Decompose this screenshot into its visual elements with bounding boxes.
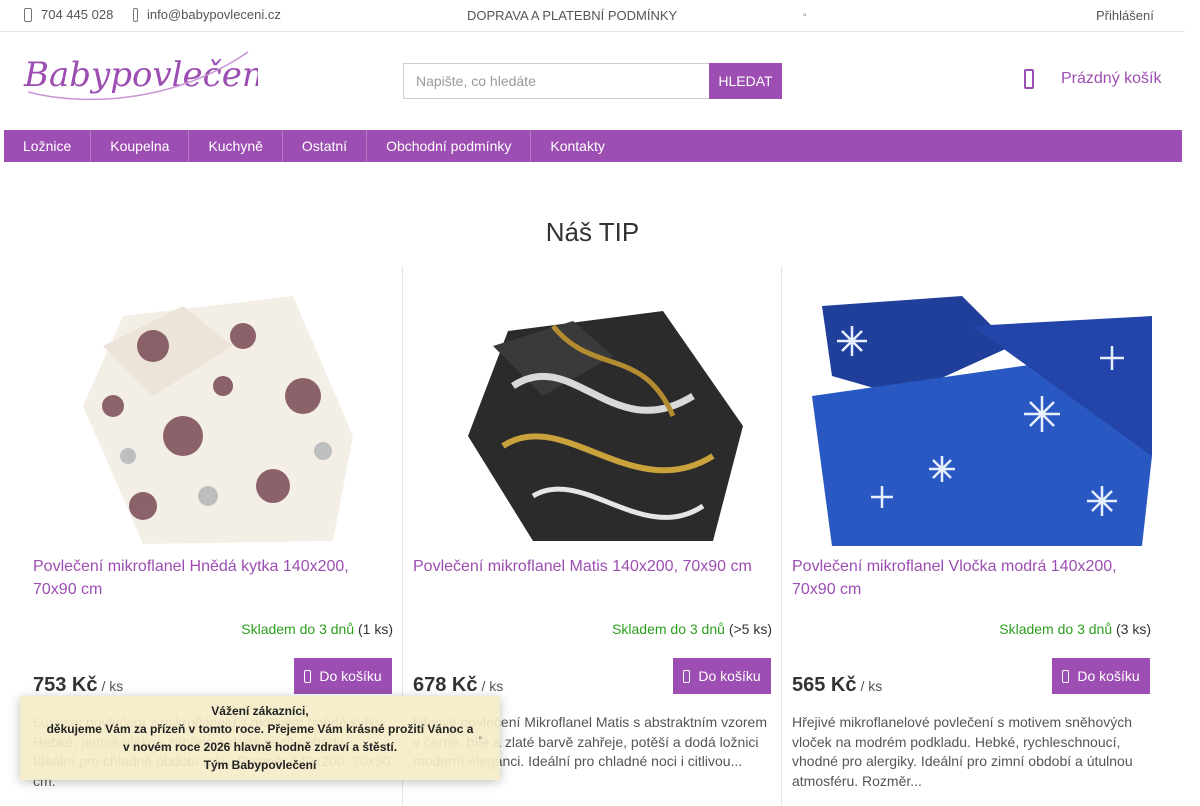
stock-quantity: (3 ks)	[1116, 621, 1151, 637]
stock-quantity: (1 ks)	[358, 621, 393, 637]
product-description: Hřejivé mikroflanelové povlečení s motiv…	[792, 714, 1133, 789]
section-title: Náš TIP	[545, 217, 640, 247]
nav-item-obchodni-podminky[interactable]: Obchodní podmínky	[367, 130, 532, 162]
nav-item-ostatni[interactable]: Ostatní	[283, 130, 368, 162]
shopping-bag-icon	[1024, 69, 1034, 89]
popup-signature: Tým Babypovlečení	[203, 758, 317, 772]
product-price: 678 Kč / ks	[413, 674, 503, 697]
add-to-cart-button[interactable]: Do košíku	[294, 658, 392, 694]
search-button[interactable]: HLEDAT	[709, 63, 782, 99]
price-value: 753 Kč	[33, 674, 98, 696]
product-price: 565 Kč / ks	[792, 674, 882, 697]
nav-item-loznice[interactable]: Ložnice	[4, 130, 92, 162]
add-to-cart-label: Do košíku	[319, 668, 382, 684]
stock-availability: Skladem do 3 dnů	[241, 621, 355, 637]
holiday-notice-popup: Vážení zákazníci, děkujeme Vám za přízeň…	[20, 696, 500, 780]
top-bar: 704 445 028 info@babypovleceni.cz DOPRAV…	[0, 0, 1185, 32]
stock-status: Skladem do 3 dnů (3 ks)	[999, 621, 1151, 637]
shopping-bag-icon	[1062, 669, 1070, 683]
product-image[interactable]	[413, 286, 773, 546]
add-to-cart-button[interactable]: Do košíku	[673, 658, 771, 694]
price-value: 678 Kč	[413, 674, 478, 696]
add-to-cart-button[interactable]: Do košíku	[1052, 658, 1150, 694]
cart[interactable]: Prázdný košík	[1024, 69, 1161, 89]
product-name[interactable]: Povlečení mikroflanel Matis 140x200, 70x…	[413, 555, 773, 578]
product-name[interactable]: Povlečení mikroflanel Hnědá kytka 140x20…	[33, 555, 393, 601]
price-unit: / ks	[101, 678, 124, 694]
search-bar: HLEDAT	[403, 63, 782, 99]
dropdown-icon[interactable]: ▫	[803, 10, 807, 21]
stock-status: Skladem do 3 dnů (>5 ks)	[612, 621, 772, 637]
product-image[interactable]	[33, 286, 393, 546]
product-image[interactable]	[792, 286, 1152, 546]
close-icon[interactable]: ▫	[478, 730, 482, 748]
price-unit: / ks	[481, 678, 504, 694]
email-address[interactable]: info@babypovleceni.cz	[147, 7, 281, 22]
logo-text: Babypovlečení	[23, 55, 258, 95]
stock-availability: Skladem do 3 dnů	[999, 621, 1113, 637]
popup-greeting: Vážení zákazníci,	[211, 704, 309, 718]
email-icon	[133, 7, 138, 22]
phone-contact[interactable]: 704 445 028	[24, 7, 113, 22]
main-navigation: Ložnice Koupelna Kuchyně Ostatní Obchodn…	[4, 130, 1182, 162]
phone-icon	[24, 7, 32, 22]
nav-item-koupelna[interactable]: Koupelna	[91, 130, 190, 162]
price-value: 565 Kč	[792, 674, 857, 696]
search-input[interactable]	[403, 63, 709, 99]
login-link[interactable]: Přihlášení	[1096, 8, 1154, 23]
stock-status: Skladem do 3 dnů (1 ks)	[241, 621, 393, 637]
add-to-cart-label: Do košíku	[1077, 668, 1140, 684]
stock-availability: Skladem do 3 dnů	[612, 621, 725, 637]
cart-label[interactable]: Prázdný košík	[1061, 70, 1161, 88]
stock-quantity: (>5 ks)	[728, 621, 772, 637]
email-contact[interactable]: info@babypovleceni.cz	[133, 7, 281, 22]
nav-item-kuchyne[interactable]: Kuchyně	[189, 130, 283, 162]
popup-message-line: v novém roce 2026 hlavně hodně zdraví a …	[122, 740, 398, 754]
add-to-cart-label: Do košíku	[698, 668, 761, 684]
shopping-bag-icon	[304, 669, 312, 683]
product-card: Povlečení mikroflanel Vločka modrá 140x2…	[781, 266, 1161, 806]
phone-number[interactable]: 704 445 028	[41, 7, 113, 22]
shipping-payment-link[interactable]: DOPRAVA A PLATEBNÍ PODMÍNKY	[467, 8, 677, 23]
popup-message-line: děkujeme Vám za přízeň v tomto roce. Pře…	[46, 722, 474, 736]
site-logo[interactable]: Babypovlečení	[22, 46, 258, 112]
nav-item-kontakty[interactable]: Kontakty	[531, 130, 623, 162]
shopping-bag-icon	[683, 669, 691, 683]
product-price: 753 Kč / ks	[33, 674, 123, 697]
product-name[interactable]: Povlečení mikroflanel Vločka modrá 140x2…	[792, 555, 1152, 601]
price-unit: / ks	[860, 678, 883, 694]
